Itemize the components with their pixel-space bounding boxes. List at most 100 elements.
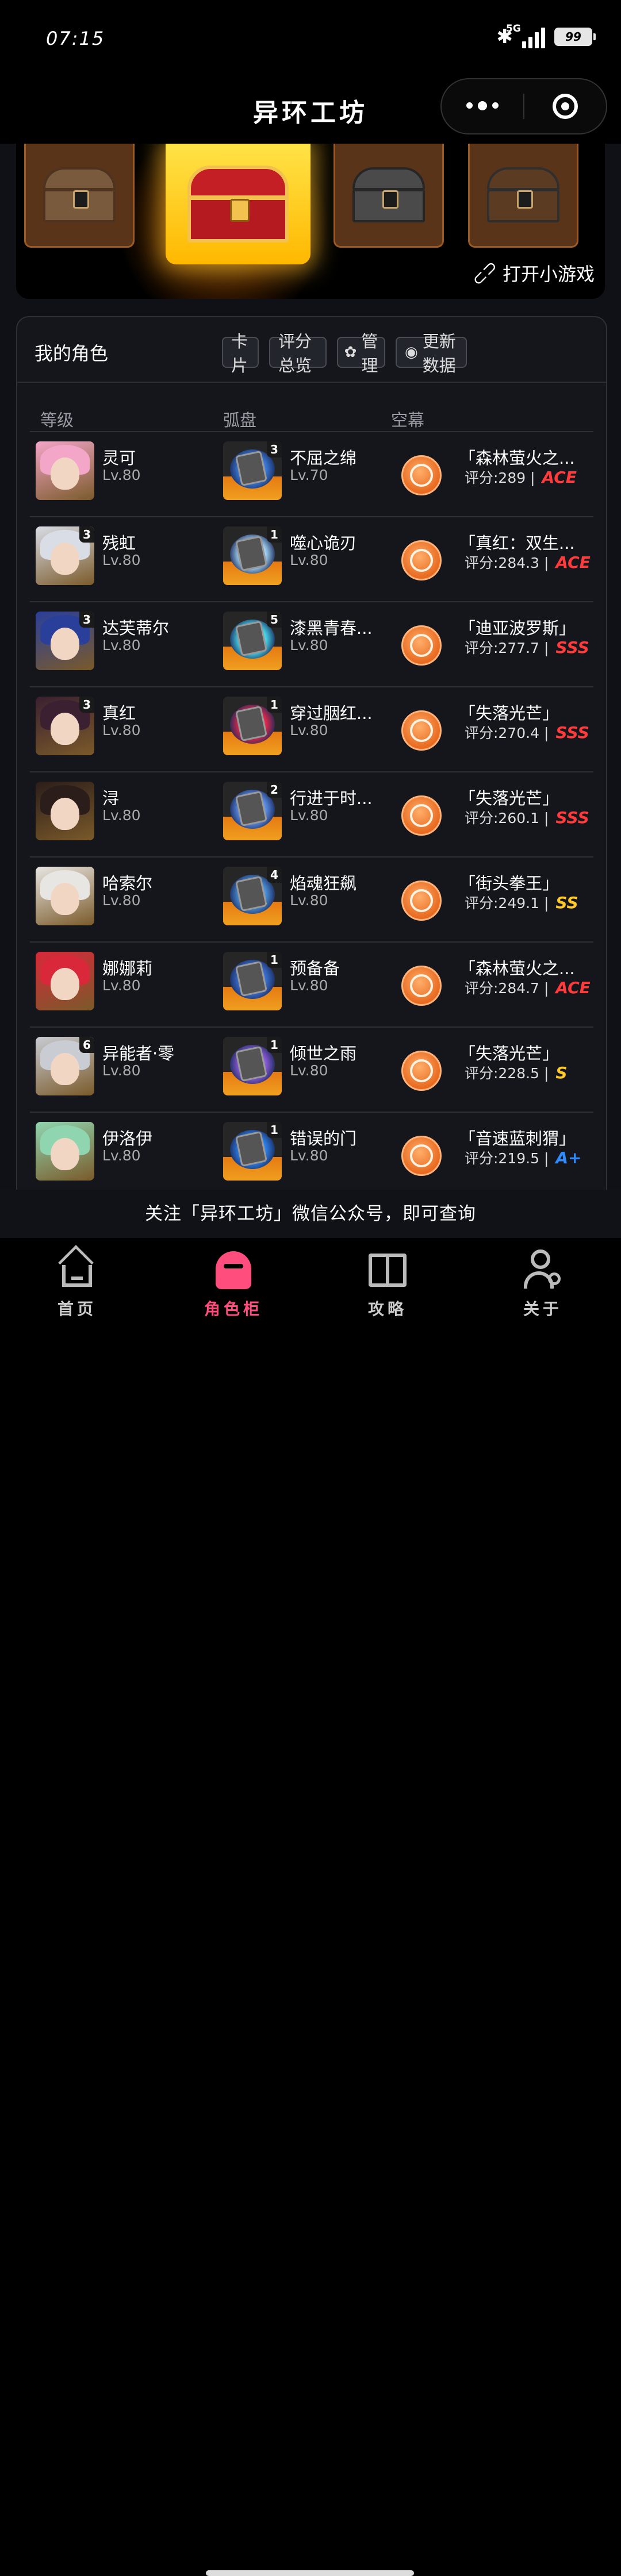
table-row[interactable]: 3 真红 Lv.80 1 穿过胭红... Lv.80 「失落光芒」 评分:270… <box>30 686 593 771</box>
tab-guide[interactable]: 攻略 <box>336 1248 439 1320</box>
disc-icon: 1 <box>223 526 282 585</box>
open-mini-game-link[interactable]: ⊂⊃ 打开小游戏 <box>467 256 595 290</box>
close-mini-program-button[interactable] <box>524 94 606 119</box>
grade-badge: SSS <box>555 638 589 657</box>
table-row[interactable]: 浔 Lv.80 2 行进于时... Lv.80 「失落光芒」 评分:260.1 … <box>30 771 593 856</box>
tab-about[interactable]: 关于 <box>491 1248 595 1320</box>
disc-level: Lv.70 <box>290 467 328 483</box>
score-value: 评分:228.5 <box>465 1065 539 1082</box>
update-data-button[interactable]: ◉ 更新数据 <box>396 332 467 375</box>
card-view-label: 卡片 <box>231 332 248 375</box>
disc-count-badge: 1 <box>267 1037 282 1053</box>
constellation-badge: 3 <box>79 612 94 628</box>
score-line: 评分:260.1 | SSS <box>465 808 589 827</box>
app-header: 异环工坊 <box>0 75 621 144</box>
character-level: Lv.80 <box>102 467 141 483</box>
character-list: 灵可 Lv.80 3 不屈之绵 Lv.70 「森林萤火之... 评分:289 |… <box>30 431 593 1190</box>
score-value: 评分:249.1 <box>465 895 539 912</box>
score-overview-label: 评分总览 <box>278 332 312 375</box>
open-game-label: 打开小游戏 <box>502 263 595 285</box>
tab-home[interactable]: 首页 <box>25 1248 129 1320</box>
score-value: 评分:219.5 <box>465 1150 539 1167</box>
table-row[interactable]: 哈索尔 Lv.80 4 焰魂狂飙 Lv.80 「街头拳王」 评分:249.1 |… <box>30 856 593 941</box>
disc-name: 噬心诡刃 <box>290 533 357 553</box>
character-avatar: 6 <box>36 1037 94 1095</box>
disc-level: Lv.80 <box>290 1147 328 1164</box>
panel-title: 我的角色 <box>34 343 109 364</box>
set-emblem-icon <box>401 966 442 1006</box>
set-name: 「森林萤火之... <box>459 448 575 468</box>
character-name: 残虹 <box>102 533 136 553</box>
battery-icon: 99 <box>554 28 596 46</box>
network-label: 5G <box>506 23 521 34</box>
score-value: 评分:260.1 <box>465 810 539 826</box>
table-row[interactable]: 伊洛伊 Lv.80 1 错误的门 Lv.80 「音速蓝刺猬」 评分:219.5 … <box>30 1112 593 1190</box>
chest-card-selected[interactable] <box>166 144 310 264</box>
set-emblem-icon <box>401 625 442 666</box>
disc-count-badge: 1 <box>267 697 282 713</box>
disc-name: 行进于时... <box>290 789 373 808</box>
character-name: 灵可 <box>102 448 136 468</box>
table-row[interactable]: 6 异能者·零 Lv.80 1 倾世之雨 Lv.80 「失落光芒」 评分:228… <box>30 1026 593 1112</box>
person-search-icon <box>523 1249 563 1291</box>
disc-level: Lv.80 <box>290 722 328 739</box>
home-indicator <box>206 2570 414 2576</box>
grade-badge: S <box>555 1063 568 1082</box>
tab-home-label: 首页 <box>57 1299 97 1318</box>
disc-name: 错误的门 <box>290 1129 357 1148</box>
score-value: 评分:284.7 <box>465 980 539 997</box>
character-level: Lv.80 <box>102 722 141 739</box>
column-header-disc: 弧盘 <box>223 410 257 430</box>
disc-level: Lv.80 <box>290 892 328 909</box>
character-name: 达芙蒂尔 <box>102 618 170 638</box>
chest-card[interactable] <box>468 144 578 248</box>
character-level: Lv.80 <box>102 807 141 824</box>
character-avatar <box>36 952 94 1010</box>
disc-name: 焰魂狂飙 <box>290 874 357 893</box>
disc-icon: 2 <box>223 782 282 840</box>
battery-level: 99 <box>565 30 581 44</box>
disc-count-badge: 1 <box>267 526 282 543</box>
disc-level: Lv.80 <box>290 552 328 568</box>
disc-count-badge: 5 <box>267 612 282 628</box>
set-name: 「音速蓝刺猬」 <box>459 1129 576 1148</box>
home-icon <box>62 1265 92 1287</box>
disc-name: 倾世之雨 <box>290 1044 357 1063</box>
chest-card[interactable] <box>24 144 135 248</box>
chest-card[interactable] <box>334 144 444 248</box>
table-row[interactable]: 灵可 Lv.80 3 不屈之绵 Lv.70 「森林萤火之... 评分:289 |… <box>30 431 593 516</box>
character-avatar: 3 <box>36 526 94 585</box>
score-overview-button[interactable]: 评分总览 <box>269 332 327 375</box>
table-row[interactable]: 3 残虹 Lv.80 1 噬心诡刃 Lv.80 「真红：双生... 评分:284… <box>30 516 593 601</box>
character-avatar: 3 <box>36 612 94 670</box>
table-row[interactable]: 3 达芙蒂尔 Lv.80 5 漆黑青春... Lv.80 「迪亚波罗斯」 评分:… <box>30 601 593 686</box>
set-name: 「失落光芒」 <box>459 1044 559 1063</box>
score-value: 评分:277.7 <box>465 640 539 656</box>
tab-character-cabinet[interactable]: 角色柜 <box>182 1248 285 1320</box>
grade-badge: SS <box>555 893 578 912</box>
book-icon <box>369 1254 407 1287</box>
score-line: 评分:284.3 | ACE <box>465 553 591 572</box>
refresh-icon: ◉ <box>405 344 418 361</box>
constellation-badge: 3 <box>79 697 94 713</box>
set-emblem-icon <box>401 540 442 580</box>
card-view-button[interactable]: 卡片 <box>222 332 259 375</box>
character-icon <box>216 1251 251 1289</box>
set-emblem-icon <box>401 795 442 836</box>
grade-badge: ACE <box>542 468 577 487</box>
character-avatar <box>36 782 94 840</box>
manage-button[interactable]: ✿ 管理 <box>337 332 385 375</box>
more-menu-button[interactable] <box>442 101 523 110</box>
set-emblem-icon <box>401 710 442 751</box>
score-line: 评分:277.7 | SSS <box>465 638 589 657</box>
more-dot-icon <box>478 101 487 110</box>
constellation-badge: 6 <box>79 1037 94 1053</box>
disc-icon: 5 <box>223 612 282 670</box>
grade-badge: ACE <box>555 978 591 997</box>
game-banner[interactable]: ⊂⊃ 打开小游戏 <box>16 144 605 299</box>
table-row[interactable]: 娜娜莉 Lv.80 1 预备备 Lv.80 「森林萤火之... 评分:284.7… <box>30 941 593 1026</box>
tab-about-label: 关于 <box>523 1299 562 1318</box>
column-header-set: 空幕 <box>391 410 425 430</box>
character-avatar <box>36 867 94 925</box>
update-data-label: 更新数据 <box>422 332 456 375</box>
